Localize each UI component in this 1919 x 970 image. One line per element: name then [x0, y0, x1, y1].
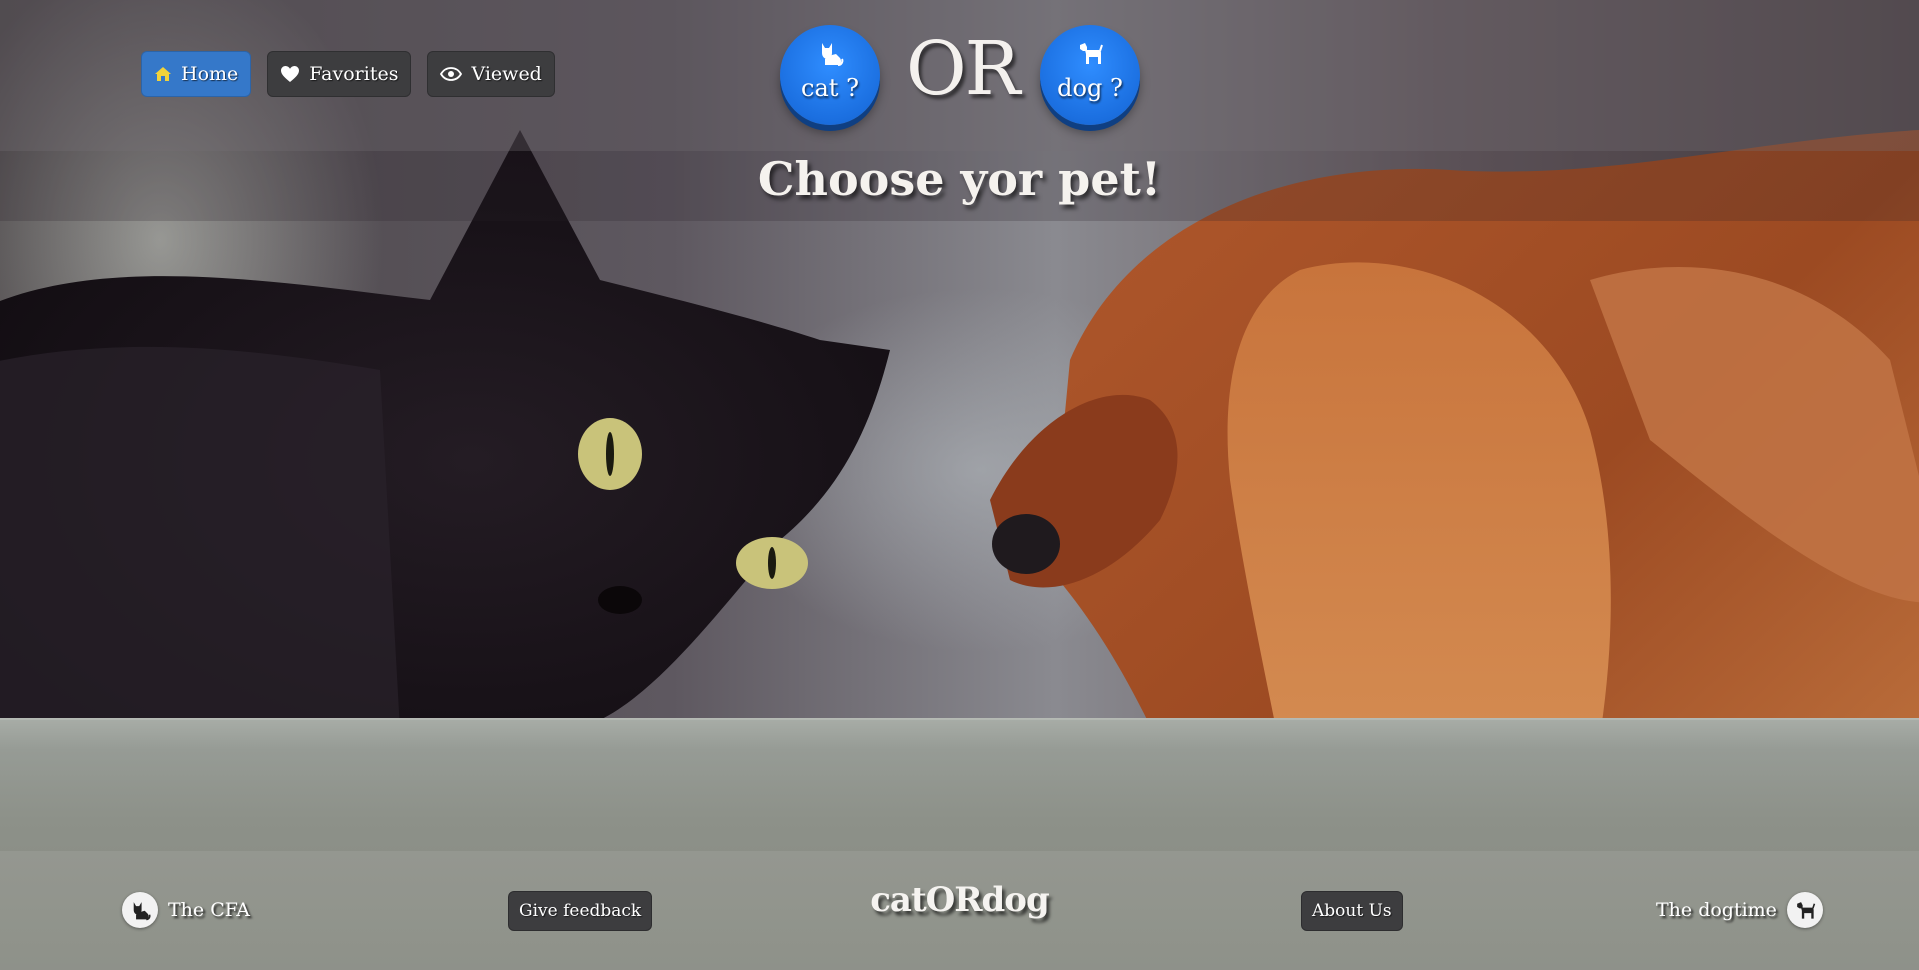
- or-text: OR: [906, 26, 1020, 112]
- nav-favorites-button[interactable]: Favorites: [267, 51, 412, 97]
- nav-viewed-button[interactable]: Viewed: [427, 51, 555, 97]
- nav-home-label: Home: [181, 63, 239, 85]
- choose-cat-button[interactable]: cat ?: [780, 25, 880, 125]
- eye-icon: [440, 67, 463, 81]
- nav-home-button[interactable]: Home: [141, 51, 252, 97]
- page-title: Choose yor pet!: [757, 152, 1162, 206]
- nav-favorites-label: Favorites: [309, 63, 399, 85]
- heart-icon: [280, 65, 300, 83]
- dogtime-link[interactable]: The dogtime: [1656, 892, 1823, 928]
- about-us-button[interactable]: About Us: [1301, 891, 1403, 931]
- cat-icon: [816, 39, 844, 71]
- nav-viewed-label: Viewed: [471, 63, 542, 85]
- brand-logo-text: catORdog: [870, 880, 1050, 920]
- choose-dog-button[interactable]: dog ?: [1040, 25, 1140, 125]
- dog-icon: [1076, 39, 1104, 71]
- dogtime-dog-icon: [1786, 892, 1823, 928]
- dogtime-link-label: The dogtime: [1656, 899, 1777, 921]
- home-icon: [154, 66, 172, 82]
- cat-choice-label: cat ?: [801, 74, 859, 102]
- main-nav: Home Favorites Viewed: [141, 51, 555, 97]
- dog-choice-label: dog ?: [1057, 74, 1123, 102]
